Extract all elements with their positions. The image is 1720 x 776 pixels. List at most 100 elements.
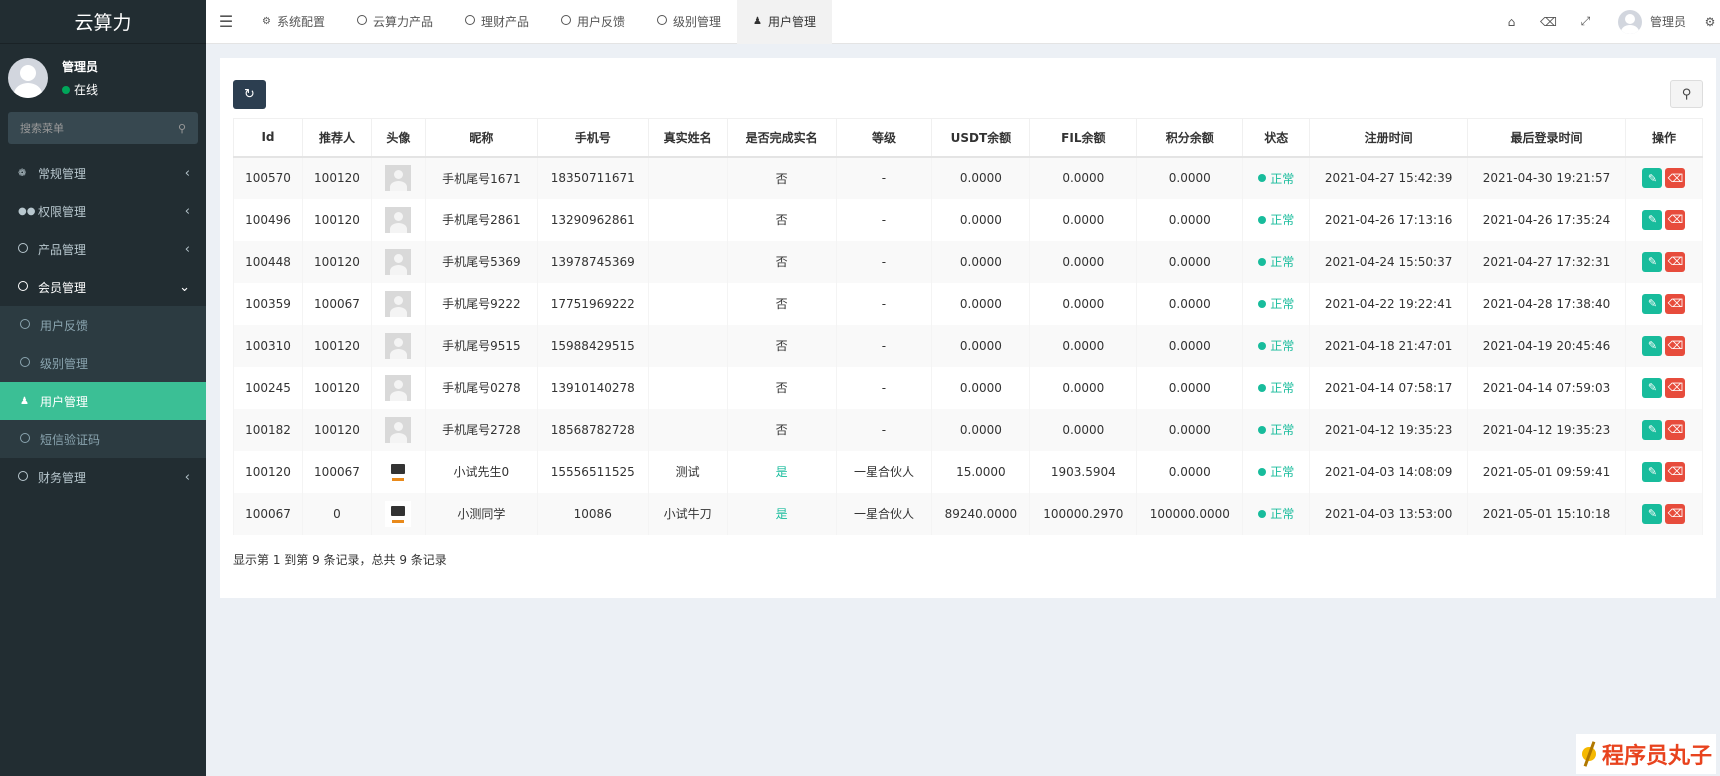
avatar[interactable] — [385, 374, 412, 401]
tab-levels[interactable]: 级别管理 — [641, 0, 737, 44]
delete-button[interactable]: ⌫ — [1665, 251, 1686, 272]
cell-verified: 否 — [726, 282, 837, 325]
menu-search-input[interactable]: 搜索菜单 ⚲ — [8, 112, 198, 144]
cell-verified: 否 — [726, 240, 837, 283]
delete-button[interactable]: ⌫ — [1665, 419, 1686, 440]
status-label: 正常 — [1270, 507, 1295, 521]
avatar — [1617, 9, 1642, 34]
cell-last-login: 2021-04-19 20:45:46 — [1467, 324, 1626, 367]
members-submenu: 用户反馈 级别管理 ♟ 用户管理 短信验证码 — [0, 306, 206, 458]
avatar[interactable] — [385, 248, 412, 275]
user-name: 管理员 — [62, 60, 99, 74]
edit-button[interactable]: ✎ — [1642, 335, 1663, 356]
menu-toggle-icon[interactable]: ☰ — [206, 12, 246, 31]
sidebar-item-levels[interactable]: 级别管理 — [0, 344, 206, 382]
cell-points: 0.0000 — [1136, 282, 1244, 325]
cell-phone: 13910140278 — [536, 366, 649, 409]
fullscreen-icon[interactable]: ⤢ — [1567, 14, 1604, 29]
tab-cloud-products[interactable]: 云算力产品 — [341, 0, 449, 44]
table-row[interactable]: 100245 100120 手机尾号0278 13910140278 否 -0.0000 0… — [233, 366, 1704, 409]
delete-button[interactable]: ⌫ — [1665, 377, 1686, 398]
col-header[interactable]: 头像 — [370, 118, 426, 158]
home-icon[interactable]: ⌂ — [1493, 15, 1530, 29]
cogs-icon[interactable]: ⚙ — [1700, 15, 1720, 29]
tab-system-config[interactable]: ⚙ 系统配置 — [246, 0, 341, 44]
col-header[interactable]: USDT余额 — [931, 118, 1031, 158]
table-row[interactable]: 100496 100120 手机尾号2861 13290962861 否 -0.0000 0… — [233, 198, 1704, 241]
table-row[interactable]: 100120 100067 小试先生0 15556511525 测试是一星合伙人 15.0… — [233, 450, 1704, 493]
table-row[interactable]: 100570 100120 手机尾号1671 18350711671 否 -0.0000 0… — [233, 156, 1704, 199]
col-header[interactable]: FIL余额 — [1029, 118, 1138, 158]
cell-points: 0.0000 — [1136, 366, 1244, 409]
online-dot-icon — [62, 85, 70, 94]
table-row[interactable]: 100310 100120 手机尾号9515 15988429515 否 -0.0000 0… — [233, 324, 1704, 367]
status-dot-icon — [1258, 509, 1267, 518]
edit-button[interactable]: ✎ — [1642, 293, 1663, 314]
edit-button[interactable]: ✎ — [1642, 377, 1663, 398]
table-row[interactable]: 100182 100120 手机尾号2728 18568782728 否 -0.0000 0… — [233, 408, 1704, 451]
trash-icon[interactable]: ⌫ — [1530, 15, 1567, 29]
edit-button[interactable]: ✎ — [1642, 251, 1663, 272]
avatar[interactable] — [385, 206, 412, 233]
edit-button[interactable]: ✎ — [1642, 419, 1663, 440]
app-logo[interactable]: 云算力 — [0, 0, 206, 44]
table-row[interactable]: 100359 100067 手机尾号9222 17751969222 否 -0.0000 0… — [233, 282, 1704, 325]
admin-menu[interactable]: 管理员 — [1617, 9, 1686, 34]
sidebar-item-feedback[interactable]: 用户反馈 — [0, 306, 206, 344]
table-row[interactable]: 100448 100120 手机尾号5369 13978745369 否 -0.0000 0… — [233, 240, 1704, 283]
sidebar-item-sms[interactable]: 短信验证码 — [0, 420, 206, 458]
sidebar-item-general[interactable]: ❁ 常规管理 ‹ — [0, 154, 206, 192]
delete-button[interactable]: ⌫ — [1665, 503, 1686, 524]
tab-finance-products[interactable]: 理财产品 — [449, 0, 545, 44]
cell-actions: ✎ ⌫ — [1624, 240, 1704, 283]
col-header[interactable]: 注册时间 — [1309, 118, 1469, 158]
col-header[interactable]: 昵称 — [424, 118, 538, 158]
watermark-text: 程序员丸子 — [1601, 744, 1712, 769]
edit-button[interactable]: ✎ — [1642, 503, 1663, 524]
delete-button[interactable]: ⌫ — [1665, 461, 1686, 482]
col-header[interactable]: 状态 — [1242, 118, 1311, 158]
col-header[interactable]: Id — [233, 118, 303, 158]
col-header[interactable]: 等级 — [835, 118, 933, 158]
cell-fil: 1903.5904 — [1029, 450, 1138, 493]
sidebar-item-permissions[interactable]: ●● 权限管理 ‹ — [0, 192, 206, 230]
cell-id: 100067 — [233, 492, 303, 535]
edit-button[interactable]: ✎ — [1642, 168, 1663, 188]
cell-realname — [647, 198, 728, 241]
admin-label: 管理员 — [1649, 15, 1686, 29]
sidebar-item-users[interactable]: ♟ 用户管理 — [0, 382, 206, 420]
tab-feedback[interactable]: 用户反馈 — [545, 0, 641, 44]
delete-button[interactable]: ⌫ — [1665, 209, 1686, 230]
avatar[interactable] — [385, 416, 412, 443]
delete-button[interactable]: ⌫ — [1665, 335, 1686, 356]
cell-id: 100120 — [233, 450, 303, 493]
search-button[interactable]: ⚲ — [1670, 80, 1703, 108]
cell-actions: ✎ ⌫ — [1624, 408, 1704, 451]
col-header[interactable]: 是否完成实名 — [726, 118, 837, 158]
tab-users[interactable]: ♟ 用户管理 — [737, 0, 833, 44]
col-header[interactable]: 手机号 — [536, 118, 649, 158]
edit-button[interactable]: ✎ — [1642, 209, 1663, 230]
sidebar-item-finance[interactable]: 财务管理 ‹ — [0, 458, 206, 496]
sidebar-item-products[interactable]: 产品管理 ‹ — [0, 230, 206, 268]
col-header[interactable]: 最后登录时间 — [1467, 118, 1626, 158]
edit-button[interactable]: ✎ — [1642, 461, 1663, 482]
cell-registered: 2021-04-14 07:58:17 — [1309, 366, 1469, 409]
refresh-button[interactable]: ↻ — [233, 80, 266, 109]
delete-button[interactable]: ⌫ — [1665, 168, 1686, 188]
col-header[interactable]: 推荐人 — [301, 118, 372, 158]
cell-phone: 17751969222 — [536, 282, 649, 325]
col-header[interactable]: 积分余额 — [1136, 118, 1244, 158]
avatar[interactable] — [385, 458, 412, 485]
trash-icon: ⌫ — [1667, 297, 1684, 310]
avatar[interactable] — [385, 500, 412, 527]
col-header[interactable]: 真实姓名 — [647, 118, 728, 158]
pencil-icon: ✎ — [1647, 255, 1658, 268]
cell-actions: ✎ ⌫ — [1624, 324, 1704, 367]
sidebar-item-members[interactable]: 会员管理 ⌄ — [0, 268, 206, 306]
avatar[interactable] — [385, 332, 412, 359]
avatar[interactable] — [385, 290, 412, 317]
table-row[interactable]: 100067 0 小测同学 10086 小试牛刀是一星合伙人 89240.0000 1000… — [233, 492, 1704, 535]
avatar[interactable] — [385, 165, 412, 191]
delete-button[interactable]: ⌫ — [1665, 293, 1686, 314]
